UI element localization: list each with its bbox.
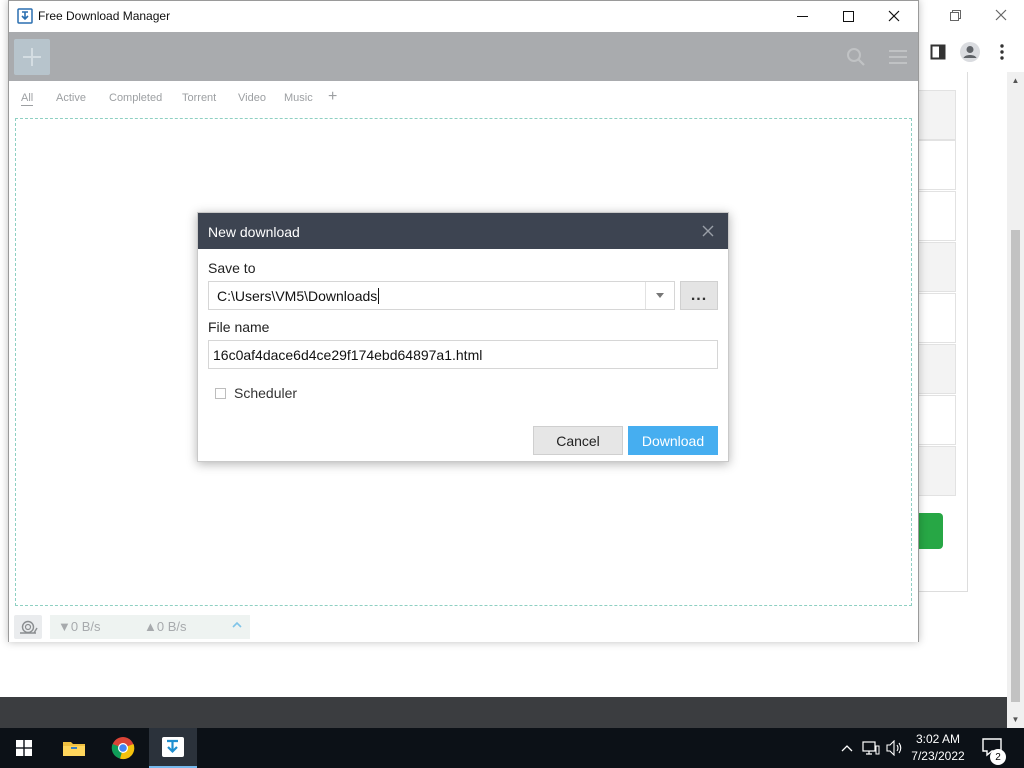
file-name-input[interactable]: [208, 340, 718, 369]
fdm-toolbar: [9, 32, 918, 81]
minimize-button[interactable]: [779, 1, 825, 31]
tab-all[interactable]: All: [21, 92, 34, 106]
tab-active[interactable]: Active: [56, 92, 86, 104]
window-title: Free Download Manager: [38, 9, 171, 23]
start-button[interactable]: [0, 728, 48, 768]
upload-speed: ▲0 B/s: [144, 619, 187, 634]
chrome-icon: [111, 737, 135, 760]
tab-torrent[interactable]: Torrent: [182, 92, 216, 104]
chevron-up-icon[interactable]: [230, 618, 244, 632]
clock-date: 7/23/2022: [911, 749, 965, 763]
scroll-down-icon[interactable]: ▼: [1007, 711, 1024, 728]
network-icon[interactable]: [861, 738, 881, 758]
scroll-up-icon[interactable]: ▲: [1007, 72, 1024, 89]
hamburger-menu-icon[interactable]: [888, 48, 908, 66]
fdm-taskbar-button[interactable]: [149, 728, 197, 768]
sidebar-toggle-icon[interactable]: [926, 40, 950, 64]
scrollbar-thumb[interactable]: [1011, 230, 1020, 702]
clock-time: 3:02 AM: [915, 732, 961, 746]
windows-taskbar: 3:02 AM 7/23/2022 2: [0, 728, 1024, 768]
system-clock[interactable]: 3:02 AM 7/23/2022: [900, 731, 976, 765]
file-explorer-taskbar-button[interactable]: [50, 728, 98, 768]
fdm-app-icon: [17, 8, 33, 24]
background-row: [918, 140, 956, 190]
background-row: [918, 90, 956, 140]
background-dark-bar: [0, 697, 1007, 728]
background-green-button[interactable]: [918, 513, 943, 549]
close-button[interactable]: [871, 1, 917, 31]
download-speed: ▼0 B/s: [58, 619, 101, 634]
chevron-down-icon[interactable]: [656, 293, 664, 298]
file-name-label: File name: [208, 319, 270, 335]
dialog-header[interactable]: New download: [198, 213, 728, 249]
save-to-value[interactable]: C:\Users\VM5\Downloads: [217, 288, 379, 304]
windows-logo-icon: [16, 740, 32, 756]
download-button[interactable]: Download: [628, 426, 718, 455]
restore-icon: [949, 9, 961, 21]
background-row: [918, 344, 956, 394]
show-hidden-icons-chevron-icon[interactable]: [837, 738, 857, 758]
browser-scrollbar[interactable]: ▲ ▼: [1007, 72, 1024, 728]
fdm-app-icon: [162, 737, 184, 757]
close-icon: [888, 10, 900, 22]
add-download-button[interactable]: [14, 39, 50, 75]
scheduler-label[interactable]: Scheduler: [234, 385, 297, 401]
tab-music[interactable]: Music: [284, 92, 313, 104]
fdm-titlebar[interactable]: Free Download Manager: [9, 1, 918, 32]
speed-display[interactable]: ▼0 B/s ▲0 B/s: [50, 615, 250, 639]
minimize-icon: [796, 15, 808, 17]
background-row: [918, 293, 956, 343]
browser-titlebar: [918, 0, 1024, 32]
scheduler-checkbox[interactable]: [215, 388, 226, 399]
close-icon[interactable]: [700, 223, 716, 239]
background-row: [918, 191, 956, 241]
folder-icon: [63, 742, 85, 756]
search-icon[interactable]: [846, 47, 866, 67]
background-row: [918, 446, 956, 496]
maximize-button[interactable]: [825, 1, 871, 31]
filter-tabs: All Active Completed Torrent Video Music…: [9, 81, 918, 111]
fdm-statusbar: ▼0 B/s ▲0 B/s: [9, 611, 918, 642]
close-icon: [995, 9, 1007, 21]
speed-limit-toggle[interactable]: [14, 615, 42, 639]
background-row: [918, 395, 956, 445]
save-to-label: Save to: [208, 260, 256, 276]
profile-avatar-icon[interactable]: [958, 40, 982, 64]
snail-icon: [20, 620, 38, 634]
browser-close-button[interactable]: [978, 0, 1024, 30]
combo-separator: [645, 282, 646, 309]
cancel-button[interactable]: Cancel: [533, 426, 623, 455]
maximize-icon: [842, 10, 854, 22]
add-tab-button[interactable]: +: [328, 89, 337, 105]
kebab-menu-icon[interactable]: [990, 40, 1014, 64]
notification-count-badge: 2: [990, 749, 1006, 765]
tab-video[interactable]: Video: [238, 92, 266, 104]
new-download-dialog: New download Save to C:\Users\VM5\Downlo…: [197, 212, 729, 462]
chrome-taskbar-button[interactable]: [99, 728, 147, 768]
plus-icon: [23, 48, 41, 66]
browser-restore-button[interactable]: [932, 0, 978, 30]
dialog-title: New download: [208, 224, 300, 240]
tab-completed[interactable]: Completed: [109, 92, 162, 104]
background-row: [918, 242, 956, 292]
save-to-combobox[interactable]: C:\Users\VM5\Downloads: [208, 281, 675, 310]
browse-folder-button[interactable]: ...: [680, 281, 718, 310]
